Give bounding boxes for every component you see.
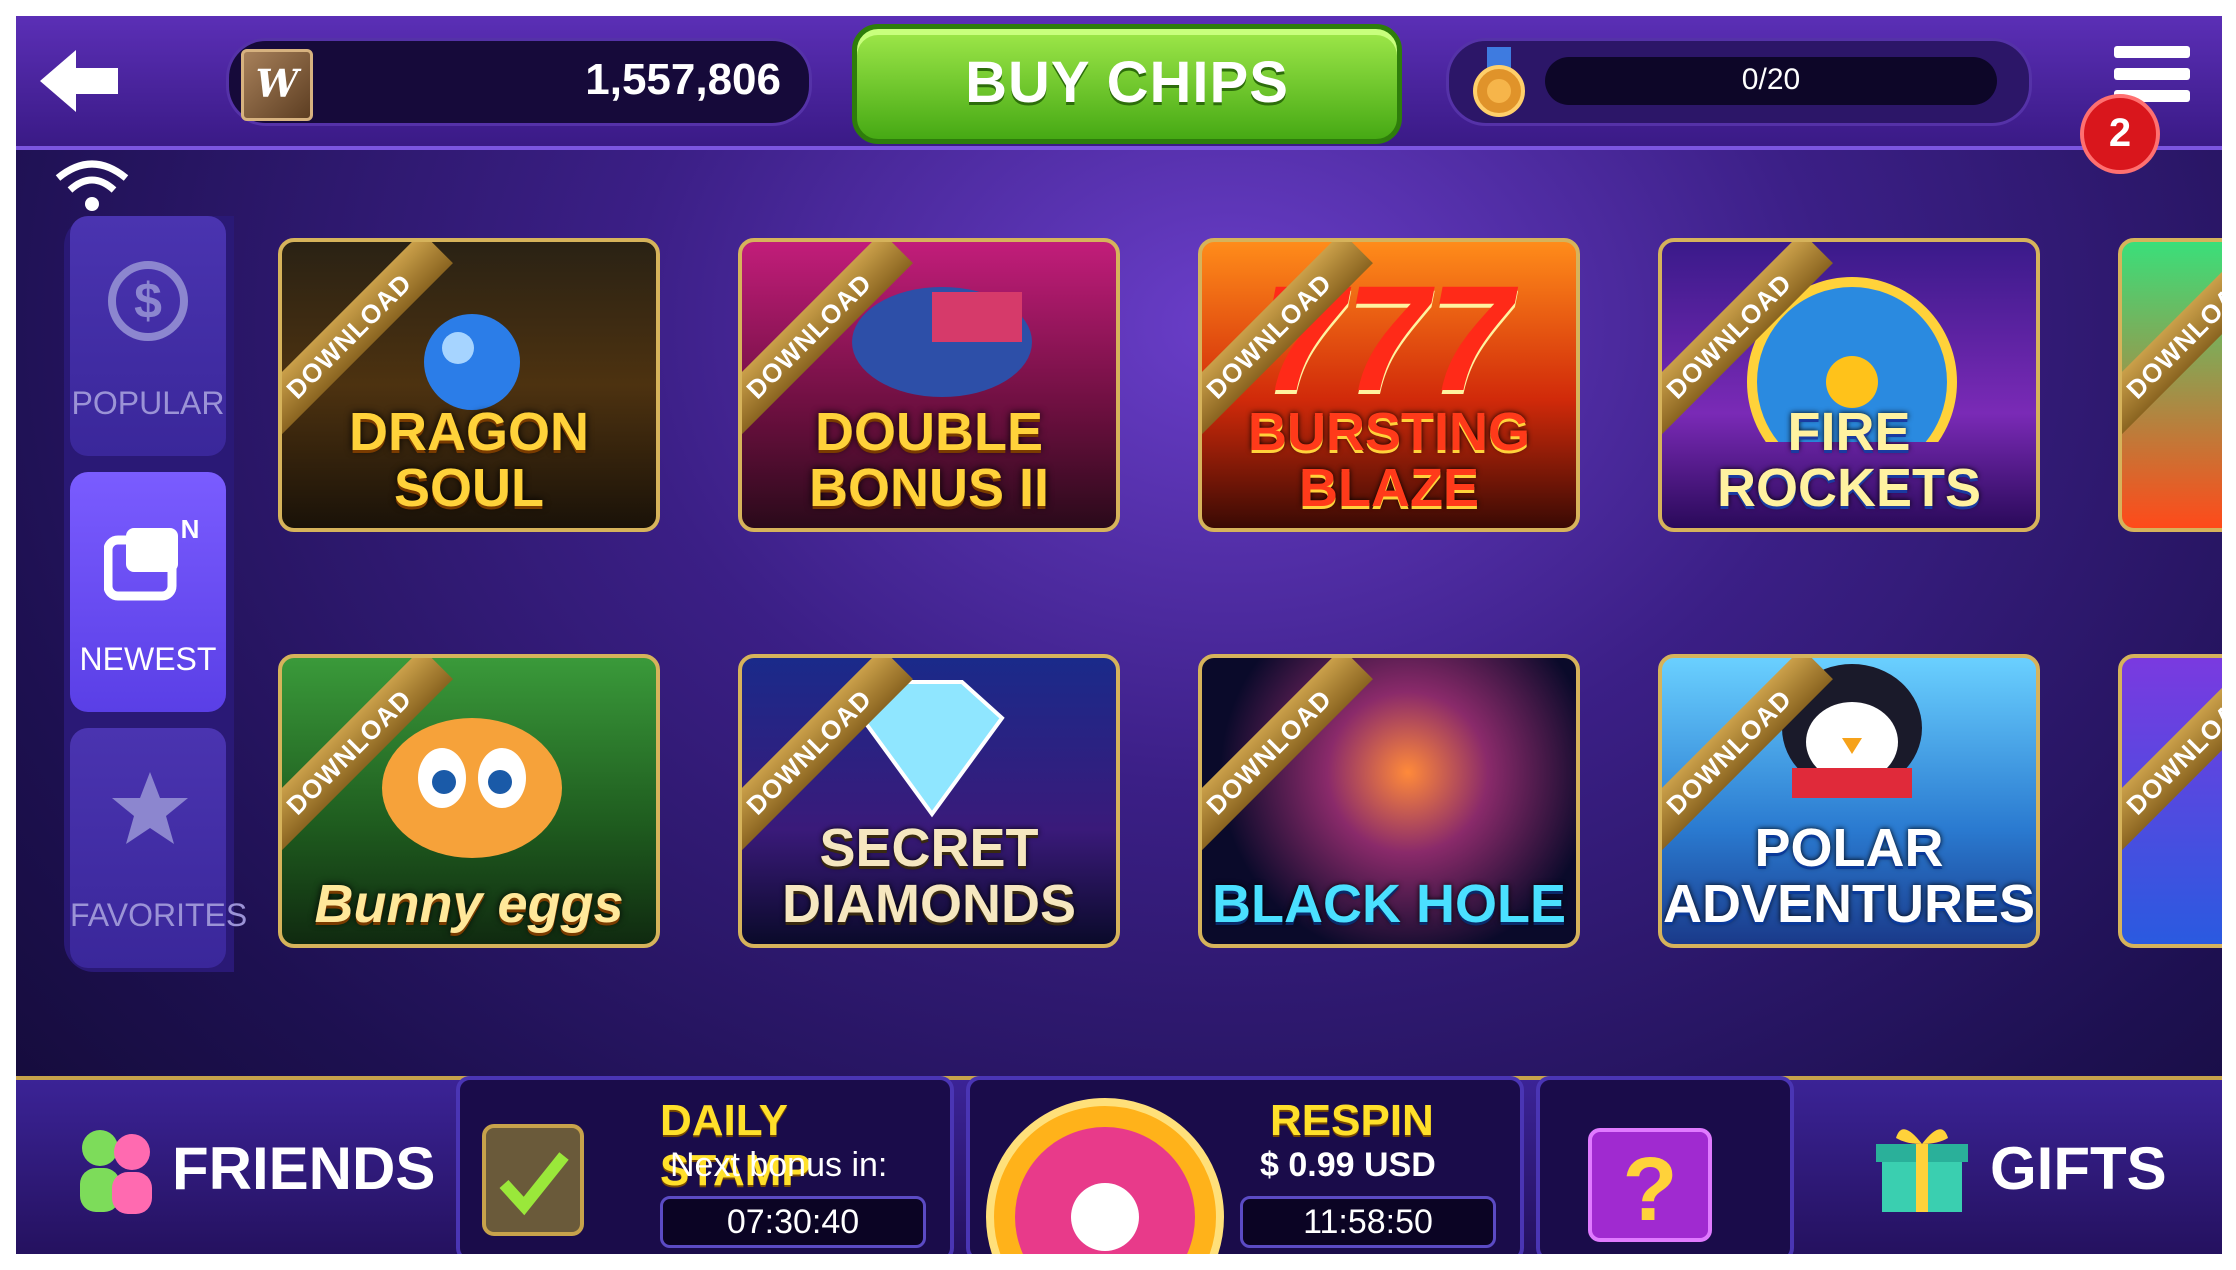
- friends-label: FRIENDS: [172, 1135, 436, 1202]
- game-tile-polar-adventures[interactable]: DOWNLOAD POLAR ADVENTURES: [1658, 654, 2040, 948]
- game-title: SECRET DIAMONDS: [782, 818, 1076, 934]
- sidebar-item-popular[interactable]: $ POPULAR: [70, 216, 226, 456]
- game-title: FIRE ROCKETS: [1716, 402, 1981, 518]
- game-tile-dragon-soul[interactable]: DOWNLOAD DRAGON SOUL: [278, 238, 660, 532]
- level-progress-bar: 0/20: [1545, 57, 1997, 105]
- buy-chips-button[interactable]: BUY CHIPS: [852, 24, 1402, 144]
- svg-text:$: $: [134, 273, 162, 329]
- friends-button[interactable]: FRIENDS: [46, 1096, 466, 1236]
- level-progress-text: 0/20: [1741, 63, 1801, 96]
- game-title: BLACK HOLE: [1212, 874, 1566, 934]
- back-arrow-icon[interactable]: [40, 46, 120, 116]
- mystery-box-icon: ?: [1588, 1128, 1712, 1242]
- respin-timer: 11:58:50: [1240, 1196, 1496, 1248]
- game-title: POLAR ADVENTURES: [1662, 818, 2036, 934]
- svg-text:N: N: [181, 516, 200, 544]
- game-title: BURSTING BLAZE: [1248, 402, 1530, 518]
- game-tile-black-hole[interactable]: DOWNLOAD BLACK HOLE: [1198, 654, 1580, 948]
- download-ribbon: DOWNLOAD: [2122, 242, 2222, 440]
- sidebar-item-label: FAVORITES: [70, 897, 248, 933]
- daily-stamp-timer: 07:30:40: [660, 1196, 926, 1248]
- medal-icon: [1473, 47, 1525, 117]
- stamp-card-icon: [482, 1124, 584, 1236]
- gifts-button[interactable]: GIFTS: [1872, 1096, 2202, 1236]
- svg-text:?: ?: [1623, 1140, 1678, 1240]
- new-icon: N: [104, 516, 200, 601]
- respin-title: RESPIN: [1270, 1096, 1434, 1145]
- download-ribbon: DOWNLOAD: [1202, 658, 1373, 856]
- game-tile-fire-rockets[interactable]: DOWNLOAD FIRE ROCKETS: [1658, 238, 2040, 532]
- game-title: DOUBLE BONUS II: [808, 402, 1050, 518]
- daily-stamp-subtitle: Next bonus in:: [670, 1146, 888, 1184]
- download-ribbon: DOWNLOAD: [2122, 658, 2222, 856]
- game-tile-partial[interactable]: DOWNLOAD: [2118, 654, 2222, 948]
- sidebar-item-label: POPULAR: [71, 385, 225, 421]
- gift-icon: [1876, 1129, 1968, 1212]
- chip-amount: 1,557,806: [585, 55, 781, 104]
- game-title: DRAGON SOUL: [349, 402, 589, 518]
- game-tile-secret-diamonds[interactable]: DOWNLOAD SECRET DIAMONDS: [738, 654, 1120, 948]
- notification-badge: 2: [2080, 94, 2160, 174]
- daily-stamp-panel[interactable]: DAILY STAMP Next bonus in: 07:30:40: [456, 1076, 954, 1254]
- game-tile-bunny-eggs[interactable]: DOWNLOAD Bunny eggs: [278, 654, 660, 948]
- category-sidebar: $ POPULAR N NEWEST FAVORITES: [64, 216, 248, 972]
- respin-panel[interactable]: RESPIN $ 0.99 USD 11:58:50: [966, 1076, 1524, 1254]
- level-progress: 0/20: [1446, 38, 2032, 126]
- gifts-label: GIFTS: [1990, 1135, 2167, 1202]
- game-tile-partial[interactable]: DOWNLOAD: [2118, 238, 2222, 532]
- wifi-icon: [55, 160, 129, 211]
- mystery-box-panel[interactable]: ?: [1536, 1076, 1794, 1254]
- sidebar-item-label: NEWEST: [79, 641, 217, 677]
- sidebar-item-favorites[interactable]: FAVORITES: [70, 728, 248, 968]
- respin-price: $ 0.99 USD: [1260, 1146, 1436, 1184]
- dollar-icon: $: [108, 261, 188, 341]
- chip-logo-icon: W: [241, 49, 313, 121]
- game-title: Bunny eggs: [314, 874, 624, 934]
- game-tile-double-bonus[interactable]: DOWNLOAD DOUBLE BONUS II: [738, 238, 1120, 532]
- sidebar-item-newest[interactable]: N NEWEST: [70, 472, 226, 712]
- game-tile-bursting-blaze[interactable]: 777 DOWNLOAD BURSTING BLAZE: [1198, 238, 1580, 532]
- friends-icon: [80, 1130, 152, 1214]
- chip-balance: W 1,557,806: [226, 38, 812, 126]
- star-icon: [112, 772, 188, 844]
- spin-wheel-icon: [986, 1098, 1224, 1254]
- game-screen: W 1,557,806 BUY CHIPS 0/20 2 $ POPULAR N…: [16, 16, 2222, 1254]
